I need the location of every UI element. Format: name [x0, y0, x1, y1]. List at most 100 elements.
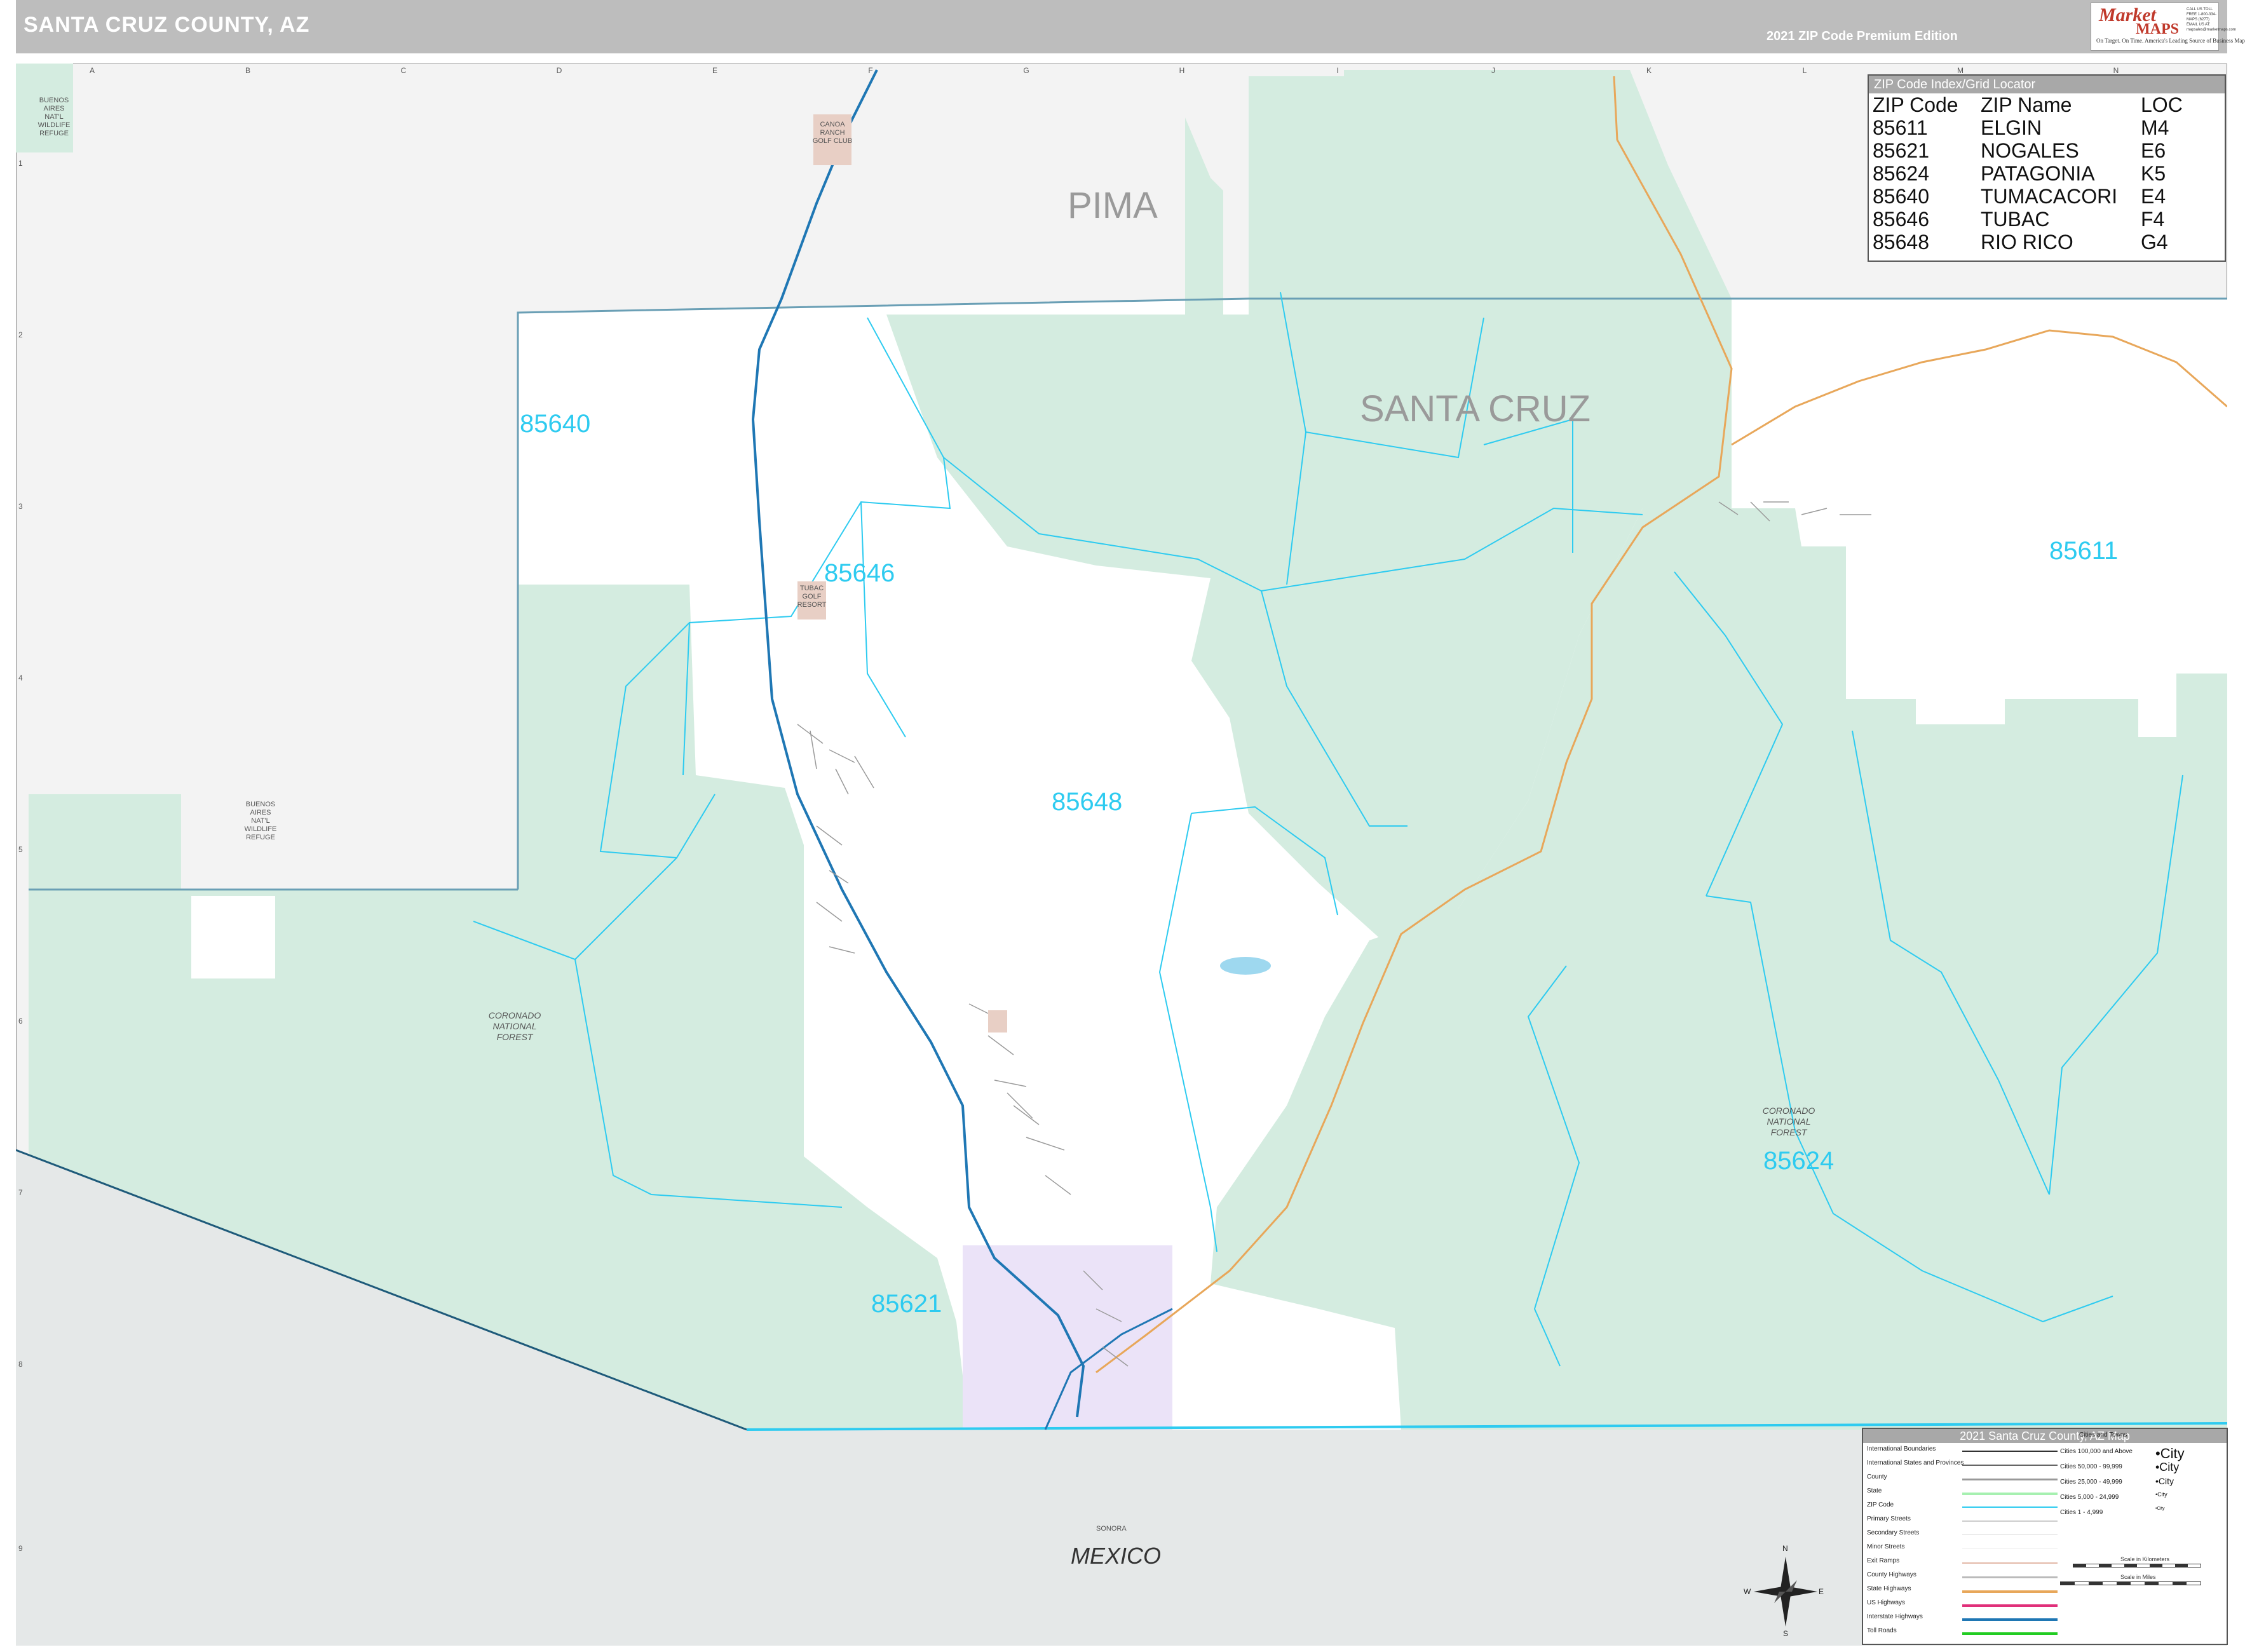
grid-letter-i: I [1336, 66, 1339, 75]
zip-label-85648[interactable]: 85648 [1052, 788, 1122, 816]
name-cell: PATAGONIA [1981, 162, 2095, 185]
grid-letter-d: D [556, 66, 562, 75]
zip-cell: 85611 [1873, 116, 1928, 139]
nogales-zone [963, 1245, 1172, 1430]
table-row[interactable]: 85621 NOGALES E6 [1873, 139, 2190, 162]
zip-label-85640[interactable]: 85640 [520, 410, 590, 438]
grid-num-6: 6 [18, 1017, 23, 1026]
legend-row: International States and Provinces [1867, 1459, 2058, 1473]
loc-cell: M4 [2141, 116, 2169, 139]
name-cell: ELGIN [1981, 116, 2042, 139]
compass-icon [1754, 1557, 1817, 1627]
zip-cell: 85624 [1873, 162, 1929, 185]
zip-index-title: ZIP Code Index/Grid Locator [1869, 76, 2225, 93]
zip-cell: 85646 [1873, 208, 1929, 231]
table-row[interactable]: 85648 RIO RICO G4 [1873, 231, 2190, 254]
name-cell: TUBAC [1981, 208, 2050, 231]
coronado-forest-label-east: CORONADO NATIONAL FOREST [1762, 1106, 1815, 1137]
zip-cell: 85621 [1873, 139, 1929, 162]
name-cell: NOGALES [1981, 139, 2079, 162]
country-label-mexico: MEXICO [1071, 1543, 1162, 1569]
grid-letter-m: M [1957, 66, 1964, 75]
scale-km-label: Scale in Kilometers [2120, 1556, 2170, 1562]
zip-label-85611[interactable]: 85611 [2049, 537, 2118, 565]
grid-num-4: 4 [18, 674, 23, 682]
map-title: SANTA CRUZ COUNTY, AZ [24, 13, 310, 37]
city-legend-row: Cities 25,000 - 49,999 •City [2060, 1476, 2174, 1486]
tubac-golf-label: TUBAC GOLF RESORT [797, 585, 827, 609]
canoa-golf-label: CANOA RANCH GOLF CLUB [812, 121, 853, 145]
col-header-name: ZIP Name [1981, 93, 2072, 116]
grid-letter-l: L [1802, 66, 1807, 75]
table-row[interactable]: 85646 TUBAC F4 [1873, 208, 2190, 231]
scale-mi-bar [2060, 1581, 2201, 1585]
header-bar: SANTA CRUZ COUNTY, AZ 2021 ZIP Code Prem… [16, 0, 2245, 53]
grid-letter-e: E [712, 66, 717, 75]
grid-num-9: 9 [18, 1544, 23, 1553]
pena-blanca-lake [1220, 957, 1271, 975]
sonora-label: SONORA [1096, 1525, 1127, 1533]
buenos-aires-refuge-label-2: BUENOS AIRES NAT'L WILDLIFE REFUGE [244, 801, 277, 841]
table-row[interactable]: 85624 PATAGONIA K5 [1873, 162, 2190, 185]
name-cell: TUMACACORI [1981, 185, 2118, 208]
grid-letter-b: B [245, 66, 250, 75]
legend-row: ZIP Code [1867, 1501, 2058, 1515]
grid-letter-c: C [400, 66, 407, 75]
legend-row: Interstate Highways [1867, 1613, 2058, 1627]
legend-row: County Highways [1867, 1571, 2058, 1585]
legend-title: 2021 Santa Cruz County, AZ Map [1863, 1429, 2227, 1443]
table-row[interactable]: 85611 ELGIN M4 [1873, 116, 2190, 139]
grid-letter-k: K [1646, 66, 1652, 75]
map-canvas[interactable]: PIMA SANTA CRUZ MEXICO SONORA 85640 8564… [16, 64, 2227, 1646]
legend-row: US Highways [1867, 1599, 2058, 1613]
loc-cell: F4 [2141, 208, 2165, 231]
zip-index-table: ZIP Code Index/Grid Locator ZIP Code ZIP… [1868, 74, 2226, 262]
grid-letter-g: G [1023, 66, 1029, 75]
legend-row: State [1867, 1487, 2058, 1501]
city-legend-row: Cities 100,000 and Above •City [2060, 1446, 2185, 1461]
legend-row: International Boundaries [1867, 1446, 2058, 1459]
coronado-forest-label-west: CORONADO NATIONAL FOREST [488, 1010, 541, 1042]
rio-rico-golf-parcel [988, 1010, 1007, 1032]
legend-row: Toll Roads [1867, 1627, 2058, 1641]
name-cell: RIO RICO [1981, 231, 2073, 254]
col-header-zip: ZIP Code [1873, 93, 1958, 116]
logo-tagline: On Target. On Time. America's Leading So… [2096, 37, 2245, 44]
grid-num-5: 5 [18, 845, 23, 854]
loc-cell: E6 [2141, 139, 2166, 162]
city-legend-row: Cities 5,000 - 24,999 •City [2060, 1491, 2167, 1501]
grid-num-7: 7 [18, 1188, 23, 1197]
city-legend-row: Cities 1 - 4,999 •City [2060, 1506, 2165, 1516]
market-maps-logo: Market MAPS On Target. On Time. America'… [2091, 3, 2245, 51]
buenos-aires-refuge-south [29, 794, 181, 890]
scale-bar: Scale in Kilometers Scale in Miles [2060, 1556, 2206, 1601]
legend-row: Exit Ramps [1867, 1557, 2058, 1571]
compass-n: N [1782, 1544, 1788, 1553]
legend-row: Secondary Streets [1867, 1529, 2058, 1543]
zip-cell: 85640 [1873, 185, 1929, 208]
compass-rose: N S E W [1744, 1544, 1824, 1639]
loc-cell: E4 [2141, 185, 2166, 208]
zip-index-grid: ZIP Code ZIP Name LOC 85611 ELGIN M4 856… [1873, 93, 2190, 254]
scale-km-bar [2073, 1564, 2201, 1567]
zip-label-85621[interactable]: 85621 [871, 1290, 942, 1318]
grid-num-1: 1 [18, 159, 23, 168]
logo-contact: CALL US TOLL FREE 1-800-334-MAPS (6277) … [2187, 8, 2236, 32]
zip-label-85646[interactable]: 85646 [824, 559, 895, 588]
table-row[interactable]: 85640 TUMACACORI E4 [1873, 185, 2190, 208]
legend-row: County [1867, 1473, 2058, 1487]
legend-row: Minor Streets [1867, 1543, 2058, 1557]
logo-line2: MAPS [2136, 21, 2179, 37]
legend-row: Primary Streets [1867, 1515, 2058, 1529]
table-header-row: ZIP Code ZIP Name LOC [1873, 93, 2190, 116]
loc-cell: K5 [2141, 162, 2166, 185]
compass-e: E [1819, 1587, 1824, 1596]
white-parcel-sw [191, 896, 275, 978]
loc-cell: G4 [2141, 231, 2168, 254]
grid-letter-j: J [1491, 66, 1495, 75]
grid-letter-a: A [89, 66, 95, 75]
map-legend: 2021 Santa Cruz County, AZ Map Internati… [1862, 1428, 2228, 1645]
compass-w: W [1744, 1587, 1751, 1596]
zip-label-85624[interactable]: 85624 [1763, 1147, 1834, 1175]
cities-header: Cities and Towns [2079, 1432, 2127, 1439]
